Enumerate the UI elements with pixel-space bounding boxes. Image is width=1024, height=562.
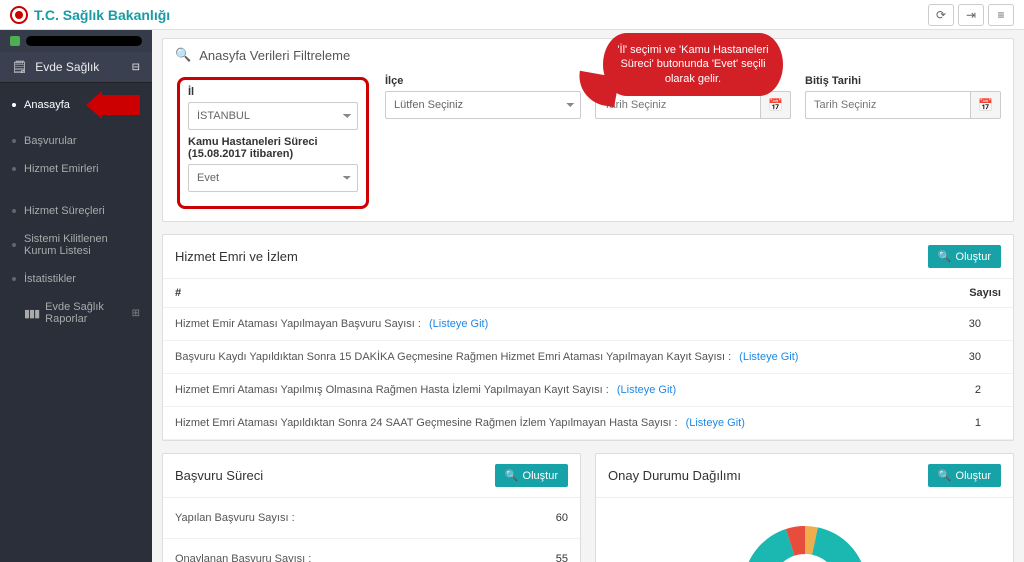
il-label: İl: [188, 86, 358, 98]
listeye-git-link[interactable]: (Listeye Git): [429, 318, 488, 330]
sidebar-item-hizmet-emirleri[interactable]: Hizmet Emirleri: [0, 155, 152, 183]
filter-panel: 'İl' seçimi ve 'Kamu Hastaneleri Süreci'…: [162, 38, 1014, 222]
col-count: Sayısı: [969, 287, 1001, 299]
table-row: Hizmet Emir Ataması Yapılmayan Başvuru S…: [163, 308, 1013, 341]
instruction-callout: 'İl' seçimi ve 'Kamu Hastaneleri Süreci'…: [603, 33, 783, 96]
table-row: Hizmet Emri Ataması Yapılmış Olmasına Ra…: [163, 374, 1013, 407]
olustur-button[interactable]: 🔍 Oluştur: [928, 245, 1001, 268]
calendar-icon[interactable]: 📅: [761, 91, 791, 119]
stat-label: Yapılan Başvuru Sayısı :: [175, 512, 295, 524]
sidebar-item-anasayfa[interactable]: Anasayfa: [0, 83, 152, 127]
search-icon: 🔍: [938, 250, 952, 263]
stat-label: Onaylanan Başvuru Sayısı :: [175, 553, 311, 562]
sidebar-item-raporlar[interactable]: ▮▮▮ Evde Sağlık Raporlar ⊞: [0, 293, 152, 333]
logout-button[interactable]: ⇥: [958, 4, 984, 26]
listeye-git-link[interactable]: (Listeye Git): [617, 384, 676, 396]
main-content: 'İl' seçimi ve 'Kamu Hastaneleri Süreci'…: [152, 30, 1024, 562]
bitis-input[interactable]: [805, 91, 971, 119]
row-count: 1: [975, 417, 1001, 429]
sidebar-item-label: Evde Sağlık Raporlar: [45, 301, 131, 325]
stat-row: Yapılan Başvuru Sayısı : 60: [163, 498, 580, 539]
table-row: Başvuru Kaydı Yapıldıktan Sonra 15 DAKİK…: [163, 341, 1013, 374]
hizmet-emri-panel: Hizmet Emri ve İzlem 🔍 Oluştur # Sayısı …: [162, 234, 1014, 441]
sidebar-item-label: Sistemi Kilitlenen Kurum Listesi: [24, 233, 140, 257]
table-row: Hizmet Emri Ataması Yapıldıktan Sonra 24…: [163, 407, 1013, 440]
il-select[interactable]: İSTANBUL: [188, 102, 358, 130]
sidebar-item-label: İstatistikler: [24, 273, 76, 285]
row-text: Hizmet Emir Ataması Yapılmayan Başvuru S…: [175, 318, 421, 330]
search-icon: 🔍: [938, 469, 952, 482]
calendar-icon[interactable]: 📅: [971, 91, 1001, 119]
sidebar: 🗒 Evde Sağlık ⊟ Anasayfa Başvurular Hizm…: [0, 30, 152, 562]
onay-durumu-panel: Onay Durumu Dağılımı 🔍 Oluştur Karar Ver…: [595, 453, 1014, 562]
sidebar-item-istatistikler[interactable]: İstatistikler: [0, 265, 152, 293]
ilce-select[interactable]: Lütfen Seçiniz: [385, 91, 581, 119]
search-icon: 🔍: [505, 469, 519, 482]
kamu-select[interactable]: Evet: [188, 164, 358, 192]
panel-title: Onay Durumu Dağılımı: [608, 468, 741, 483]
stat-value: 55: [556, 553, 568, 562]
sidebar-item-label: Hizmet Emirleri: [24, 163, 99, 175]
filter-header-title: Anasyfa Verileri Filtreleme: [199, 48, 350, 63]
collapse-icon[interactable]: ⊟: [132, 62, 140, 73]
user-status-icon: [10, 36, 20, 46]
refresh-button[interactable]: ⟳: [928, 4, 954, 26]
menu-button[interactable]: ≡: [988, 4, 1014, 26]
olustur-button[interactable]: 🔍 Oluştur: [495, 464, 568, 487]
row-text: Başvuru Kaydı Yapıldıktan Sonra 15 DAKİK…: [175, 351, 731, 363]
row-count: 30: [969, 351, 1001, 363]
search-icon: 🔍: [175, 47, 191, 63]
sidebar-item-label: Hizmet Süreçleri: [24, 205, 105, 217]
user-name-redacted: [26, 36, 142, 46]
app-title: T.C. Sağlık Bakanlığı: [34, 7, 170, 23]
listeye-git-link[interactable]: (Listeye Git): [686, 417, 745, 429]
panel-title: Hizmet Emri ve İzlem: [175, 249, 298, 264]
clipboard-icon: 🗒: [12, 60, 27, 74]
stat-value: 60: [556, 512, 568, 524]
red-arrow-icon: [86, 91, 140, 119]
stat-row: Onaylanan Başvuru Sayısı : 55: [163, 539, 580, 562]
ministry-logo-icon: [10, 6, 28, 24]
bars-icon: ▮▮▮: [24, 307, 39, 320]
highlighted-filter-box: İl İSTANBUL Kamu Hastaneleri Süreci (15.…: [177, 77, 369, 209]
col-hash: #: [175, 287, 195, 299]
panel-title: Başvuru Süreci: [175, 468, 263, 483]
row-count: 30: [969, 318, 1001, 330]
olustur-button[interactable]: 🔍 Oluştur: [928, 464, 1001, 487]
donut-chart: [705, 508, 905, 562]
filter-header: 🔍 Anasyfa Verileri Filtreleme: [163, 39, 1013, 71]
listeye-git-link[interactable]: (Listeye Git): [739, 351, 798, 363]
sidebar-item-label: Başvurular: [24, 135, 77, 147]
row-count: 2: [975, 384, 1001, 396]
sidebar-section-label: Evde Sağlık: [35, 60, 99, 74]
user-block: [0, 30, 152, 52]
sidebar-item-basvurular[interactable]: Başvurular: [0, 127, 152, 155]
ilce-label: İlçe: [385, 75, 581, 87]
basvuru-sureci-panel: Başvuru Süreci 🔍 Oluştur Yapılan Başvuru…: [162, 453, 581, 562]
row-text: Hizmet Emri Ataması Yapılmış Olmasına Ra…: [175, 384, 609, 396]
topbar: T.C. Sağlık Bakanlığı ⟳ ⇥ ≡: [0, 0, 1024, 30]
expand-icon[interactable]: ⊞: [132, 308, 140, 319]
row-text: Hizmet Emri Ataması Yapıldıktan Sonra 24…: [175, 417, 678, 429]
bitis-label: Bitiş Tarihi: [805, 75, 1001, 87]
kamu-label: Kamu Hastaneleri Süreci (15.08.2017 itib…: [188, 136, 358, 160]
sidebar-section-evde-saglik[interactable]: 🗒 Evde Sağlık ⊟: [0, 52, 152, 83]
sidebar-item-hizmet-surecleri[interactable]: Hizmet Süreçleri: [0, 197, 152, 225]
sidebar-item-kilitlenen-kurum[interactable]: Sistemi Kilitlenen Kurum Listesi: [0, 225, 152, 265]
sidebar-item-label: Anasayfa: [24, 99, 70, 111]
